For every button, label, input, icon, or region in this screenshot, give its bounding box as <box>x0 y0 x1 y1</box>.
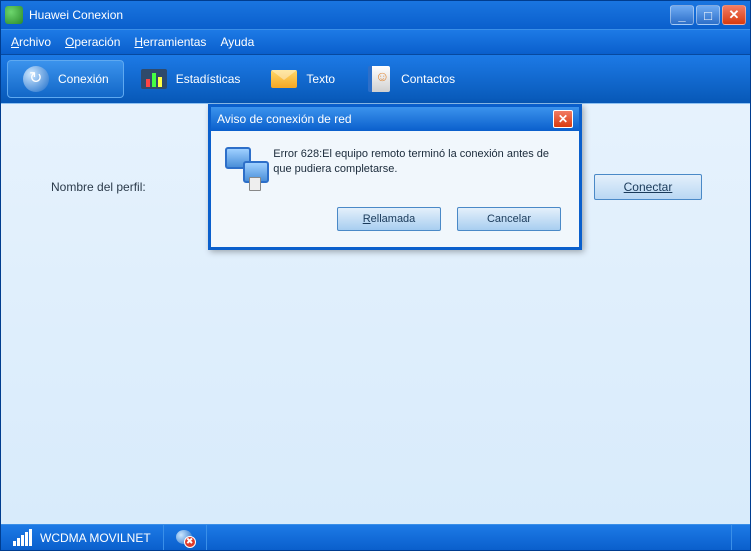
connection-error-icon: ✖ <box>176 530 194 546</box>
retry-button[interactable]: Rellamada <box>337 207 441 231</box>
tab-label: Estadísticas <box>176 72 241 86</box>
content-area: Nombre del perfil: Aviso de conexión de … <box>1 103 750 524</box>
tab-label: Texto <box>306 72 335 86</box>
status-network: WCDMA MOVILNET <box>1 525 164 550</box>
connect-button[interactable]: Conectar <box>594 174 702 200</box>
menubar: Archivo Operación Herramientas Ayuda <box>1 29 750 55</box>
profile-label: Nombre del perfil: <box>51 180 146 194</box>
statusbar: WCDMA MOVILNET ✖ <box>1 524 750 550</box>
dialog-titlebar: Aviso de conexión de red ✕ <box>211 107 579 131</box>
window-title: Huawei Conexion <box>29 8 670 22</box>
main-window: Huawei Conexion _ □ ✕ Archivo Operación … <box>0 0 751 551</box>
tab-label: Conexión <box>58 72 109 86</box>
dialog-message: Error 628:El equipo remoto terminó la co… <box>273 147 561 178</box>
globe-refresh-icon <box>22 65 50 93</box>
minimize-button[interactable]: _ <box>670 5 694 25</box>
contacts-icon <box>365 65 393 93</box>
status-network-text: WCDMA MOVILNET <box>40 531 151 545</box>
menu-archivo[interactable]: Archivo <box>11 35 51 49</box>
titlebar: Huawei Conexion _ □ ✕ <box>1 1 750 29</box>
cancel-button[interactable]: Cancelar <box>457 207 561 231</box>
dialog-close-button[interactable]: ✕ <box>553 110 573 128</box>
tabbar: Conexión Estadísticas Texto Contactos <box>1 55 750 103</box>
tab-conexion[interactable]: Conexión <box>7 60 124 98</box>
stats-icon <box>140 65 168 93</box>
signal-icon <box>13 529 32 546</box>
status-spacer <box>207 525 732 550</box>
maximize-button[interactable]: □ <box>696 5 720 25</box>
status-connection: ✖ <box>164 525 207 550</box>
close-button[interactable]: ✕ <box>722 5 746 25</box>
menu-ayuda[interactable]: Ayuda <box>220 35 254 49</box>
tab-texto[interactable]: Texto <box>256 60 349 98</box>
tab-estadisticas[interactable]: Estadísticas <box>126 60 255 98</box>
dialog-title-text: Aviso de conexión de red <box>217 112 553 126</box>
error-dialog: Aviso de conexión de red ✕ Error 628:El … <box>208 104 582 250</box>
profile-row: Nombre del perfil: Aviso de conexión de … <box>51 174 750 200</box>
network-computers-icon <box>225 147 259 189</box>
tab-label: Contactos <box>401 72 455 86</box>
menu-operacion[interactable]: Operación <box>65 35 120 49</box>
tab-contactos[interactable]: Contactos <box>351 60 469 98</box>
app-icon <box>5 6 23 24</box>
menu-herramientas[interactable]: Herramientas <box>134 35 206 49</box>
mail-icon <box>270 65 298 93</box>
